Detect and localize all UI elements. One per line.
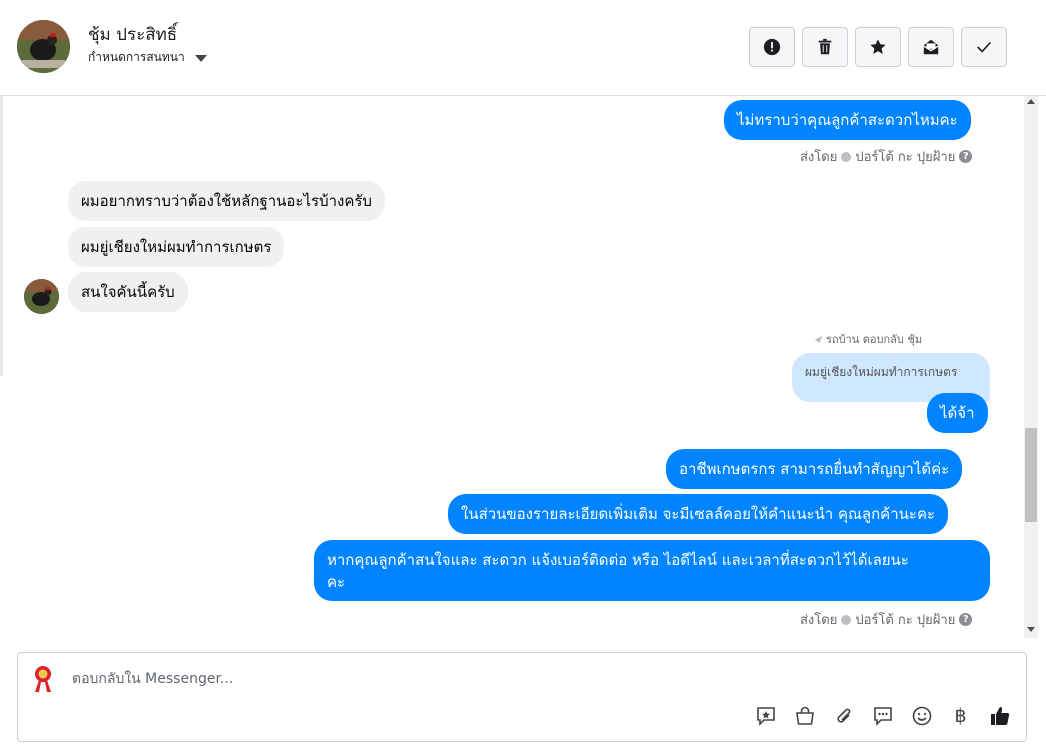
star-button[interactable] (855, 27, 901, 67)
message-outgoing[interactable]: อาชีพเกษตรกร สามารถยื่นทำสัญญาได้ค่ะ (666, 449, 963, 489)
help-icon[interactable]: ? (959, 613, 973, 626)
message-line: คะ (327, 573, 346, 591)
sent-by-label: ส่งโดย (800, 613, 838, 628)
like-icon (990, 706, 1009, 725)
baht-icon: ฿ (954, 704, 967, 727)
reply-note: รถบ้าน ตอบกลับ ชุ้ม (814, 330, 922, 348)
avatar[interactable] (24, 279, 59, 314)
message-incoming[interactable]: ผมยู่เชียงใหม่ผมทำการเกษตร (68, 227, 285, 267)
attach-button[interactable] (831, 703, 856, 728)
sender-name: ปอร์โต้ กะ ปุยฝ้าย (855, 613, 956, 628)
conversation-thread[interactable]: ไม่ทราบว่าคุณลูกค้าสะดวกไหมคะ ส่งโดย ปอร… (0, 96, 1024, 638)
page-avatar (27, 662, 59, 694)
reply-input[interactable] (72, 668, 672, 690)
caret-down-icon (194, 55, 207, 62)
message-incoming[interactable]: ผมอยากทราบว่าต้องใช้หลักฐานอะไรบ้างครับ (68, 181, 385, 221)
alert-button[interactable] (749, 27, 795, 67)
reply-note-text: รถบ้าน ตอบกลับ ชุ้ม (826, 333, 923, 346)
assign-conversation-dropdown[interactable]: กำหนดการสนทนา (88, 48, 207, 67)
message-incoming[interactable]: สนใจคันนี้ครับ (68, 272, 188, 312)
composer-tools: ฿ (753, 703, 1012, 728)
avatar[interactable] (17, 20, 70, 73)
message-outgoing[interactable]: ได้จ้า (927, 393, 988, 433)
attach-icon (836, 708, 850, 723)
messenger-inbox: ชุ้ม ประสิทธิ์ กำหนดการสนทนา ไม่ทราบว่าค… (0, 0, 1046, 751)
shop-icon (795, 706, 814, 725)
header-actions (749, 27, 1007, 67)
sent-by-info: ส่งโดย ปอร์โต้ กะ ปุยฝ้าย ? (800, 609, 973, 630)
saved-reply-icon (756, 706, 775, 726)
message-outgoing[interactable]: หากคุณลูกค้าสนใจและ สะดวก แจ้งเบอร์ติดต่… (314, 540, 990, 601)
mark-unread-icon (923, 39, 939, 55)
like-button[interactable] (987, 703, 1012, 728)
payment-button[interactable]: ฿ (948, 703, 973, 728)
scrollbar-track[interactable] (1024, 96, 1038, 638)
help-icon[interactable]: ? (959, 150, 973, 163)
emoji-button[interactable] (909, 703, 934, 728)
scroll-up-icon[interactable] (1027, 99, 1035, 104)
check-icon (977, 41, 991, 53)
emoji-icon (912, 706, 931, 725)
mark-unread-button[interactable] (908, 27, 954, 67)
trash-icon (818, 38, 832, 55)
assign-label: กำหนดการสนทนา (88, 50, 185, 64)
sent-by-info: ส่งโดย ปอร์โต้ กะ ปุยฝ้าย ? (800, 146, 973, 167)
sent-by-label: ส่งโดย (800, 150, 838, 165)
message-outgoing[interactable]: ไม่ทราบว่าคุณลูกค้าสะดวกไหมคะ (724, 100, 971, 140)
scroll-down-icon[interactable] (1027, 627, 1035, 632)
sender-name: ปอร์โต้ กะ ปุยฝ้าย (855, 150, 956, 165)
conversation-header: ชุ้ม ประสิทธิ์ กำหนดการสนทนา (0, 0, 1046, 96)
reply-arrow-icon (814, 335, 823, 343)
mark-done-button[interactable] (961, 27, 1007, 67)
contact-name: ชุ้ม ประสิทธิ์ (88, 25, 178, 45)
composer: ฿ (17, 652, 1027, 742)
star-icon (870, 39, 886, 55)
check-circle-icon (841, 151, 852, 162)
shop-button[interactable] (792, 703, 817, 728)
check-circle-icon (841, 614, 852, 625)
chat-icon (873, 706, 892, 726)
scrollbar-thumb[interactable] (1025, 428, 1037, 522)
chat-button[interactable] (870, 703, 895, 728)
message-outgoing[interactable]: ในส่วนของรายละเอียดเพิ่มเติม จะมีเซลล์คอ… (448, 494, 949, 534)
message-line: หากคุณลูกค้าสนใจและ สะดวก แจ้งเบอร์ติดต่… (327, 551, 909, 569)
delete-button[interactable] (802, 27, 848, 67)
saved-reply-button[interactable] (753, 703, 778, 728)
alert-icon (763, 38, 781, 56)
